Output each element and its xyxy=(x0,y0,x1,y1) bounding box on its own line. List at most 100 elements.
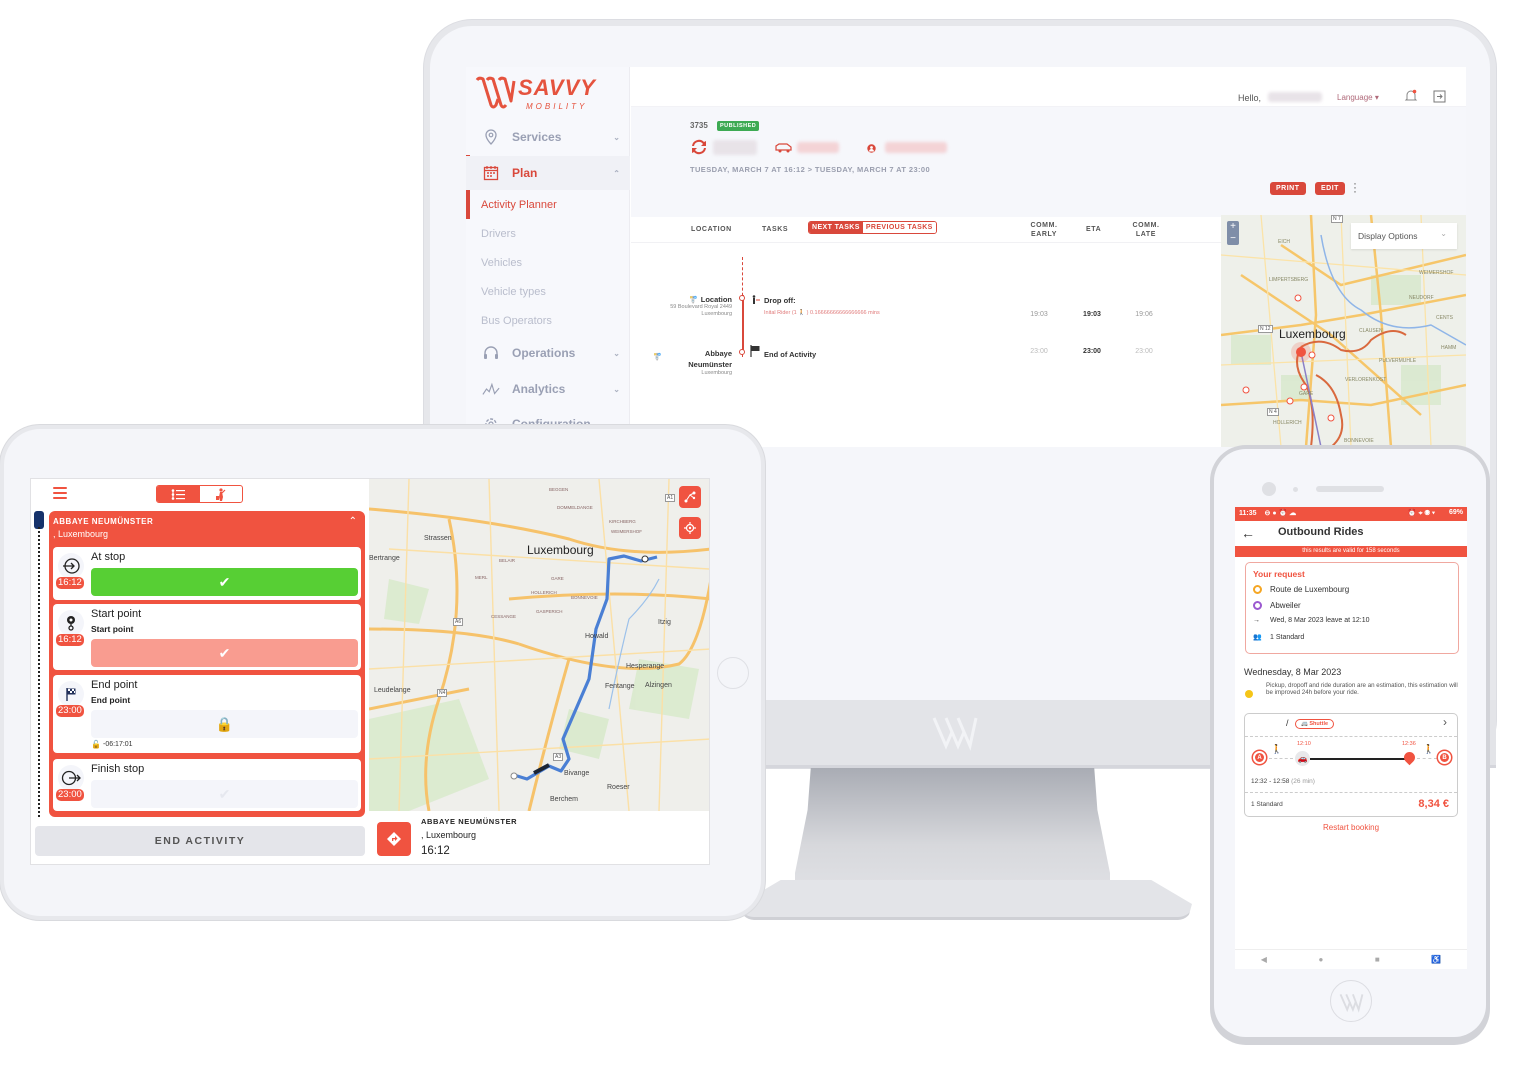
request-destination: Abweiler xyxy=(1253,601,1301,610)
ride-option-card[interactable]: / 🚐 Shuttle › A 🚶 🚗 12:10 12:36 🚶 B 12:3… xyxy=(1244,713,1458,817)
nav-back-icon[interactable]: ◀ xyxy=(1261,955,1267,964)
hamburger-menu-icon[interactable] xyxy=(53,487,67,499)
activity-header: 3735 PUBLISHED TUESDAY, MARCH 7 AT 16:12… xyxy=(631,107,1466,217)
directions-button[interactable] xyxy=(377,822,411,856)
sidebar-item-label: Analytics xyxy=(512,382,566,396)
timeline-node xyxy=(739,295,745,301)
passengers-text: 1 Standard xyxy=(1270,633,1305,641)
pickup-time: 12:10 xyxy=(1297,741,1311,747)
accessibility-icon[interactable]: ♿ xyxy=(1431,955,1441,964)
map-city-label: Luxembourg xyxy=(527,543,594,557)
origin-text: Route de Luxembourg xyxy=(1270,585,1350,594)
ride-separator: / xyxy=(1286,718,1289,728)
route-map[interactable]: Luxembourg EICH LIMPERTSBERG WEIMERSHOF … xyxy=(1221,215,1466,447)
savvy-logo-icon xyxy=(932,717,978,751)
display-options-label: Display Options xyxy=(1358,231,1418,241)
zoom-out-button[interactable]: − xyxy=(1227,233,1239,245)
tab-previous-tasks[interactable]: PREVIOUS TASKS xyxy=(862,222,936,233)
locked-end-point-button[interactable]: 🔒 xyxy=(91,710,358,738)
chevron-down-icon: ⌄ xyxy=(1440,229,1447,238)
sidebar-item-plan[interactable]: Plan ⌃ xyxy=(466,156,630,190)
ride-date: Wednesday, 8 Mar 2023 xyxy=(1244,667,1342,677)
card-title: Start point xyxy=(91,608,142,620)
crosshair-icon xyxy=(684,522,696,534)
chevron-up-icon: ⌃ xyxy=(613,168,620,178)
task-detail[interactable]: Inital Rider (1 🚶 ) 0.16666666666666666 … xyxy=(764,310,880,316)
confirm-finish-stop-button[interactable]: ✔ xyxy=(91,780,358,808)
map-place-label: Itzig xyxy=(658,619,671,626)
sidebar-subitem-vehicle-types[interactable]: Vehicle types xyxy=(481,286,546,298)
map-pin-icon xyxy=(482,128,500,146)
map-zoom-control: + − xyxy=(1227,221,1239,245)
status-time: 11:35 xyxy=(1239,510,1257,517)
bell-icon[interactable] xyxy=(1404,89,1418,103)
map-place-label: BONNEVOIE xyxy=(1344,438,1374,444)
point-a-marker: A xyxy=(1253,751,1266,764)
list-view-button[interactable] xyxy=(157,486,200,502)
sidebar-item-services[interactable]: Services ⌄ xyxy=(466,120,630,154)
savvy-logo-icon xyxy=(1330,980,1372,1022)
back-arrow-icon[interactable]: ← xyxy=(1241,525,1255,541)
recenter-button[interactable] xyxy=(679,517,701,539)
chevron-up-icon[interactable]: ⌃ xyxy=(349,516,357,527)
sidebar-subitem-drivers[interactable]: Drivers xyxy=(481,228,516,240)
navigation-map[interactable]: Luxembourg Strassen Bertrange Howald Itz… xyxy=(369,479,709,811)
road-shield: N 4 xyxy=(1267,408,1279,416)
chevron-right-icon[interactable]: › xyxy=(1443,715,1447,729)
sidebar-item-label: Services xyxy=(512,130,562,144)
sidebar-subitem-bus-operators[interactable]: Bus Operators xyxy=(481,315,552,327)
map-place-label: EICH xyxy=(1278,239,1290,245)
tab-next-tasks[interactable]: NEXT TASKS xyxy=(809,222,863,233)
sidebar-item-operations[interactable]: Operations ⌄ xyxy=(466,336,630,370)
unlock-icon: 🔓 xyxy=(91,740,101,749)
comm-early-value: 23:00 xyxy=(1030,348,1048,355)
ride-duration: (26 min) xyxy=(1291,778,1315,785)
flag-icon xyxy=(750,345,760,357)
passengers-icon: 👥 xyxy=(1253,634,1262,641)
edit-button[interactable]: EDIT xyxy=(1315,182,1345,195)
map-place-label: Alzingen xyxy=(645,682,672,689)
logout-icon[interactable] xyxy=(1433,90,1446,103)
zoom-in-button[interactable]: + xyxy=(1227,221,1239,233)
eta-value: 23:00 xyxy=(1083,348,1101,355)
sidebar-subitem-vehicles[interactable]: Vehicles xyxy=(481,257,522,269)
battery-level: 69% xyxy=(1448,509,1463,516)
unlock-countdown: -06:17:01 xyxy=(103,741,133,748)
map-place-label: KIRCHBERG xyxy=(609,519,636,524)
eta-value: 19:03 xyxy=(1083,311,1101,318)
display-options-dropdown[interactable]: Display Options ⌄ xyxy=(1351,223,1457,249)
sidebar-subitem-activity-planner[interactable]: Activity Planner xyxy=(481,199,557,211)
vehicle-plate-redacted xyxy=(797,142,839,153)
confirm-at-stop-button[interactable]: ✔ xyxy=(91,568,358,596)
restart-booking-link[interactable]: Restart booking xyxy=(1235,823,1467,832)
end-activity-button[interactable]: END ACTIVITY xyxy=(35,826,365,856)
sidebar-item-analytics[interactable]: Analytics ⌄ xyxy=(466,372,630,406)
greeting: Hello, xyxy=(1238,93,1262,103)
print-button[interactable]: PRINT xyxy=(1270,182,1306,195)
checkered-flag-icon xyxy=(58,681,84,707)
confirm-start-point-button[interactable]: ✔ xyxy=(91,639,358,667)
brand-logo[interactable]: SAVVY MOBILITY xyxy=(474,75,624,115)
table-row[interactable]: Abbaye Neumünster Luxembourg xyxy=(676,348,732,377)
tablet-screen: ABBAYE NEUMÜNSTER , Luxembourg ⌃ 16:12 A… xyxy=(30,478,710,865)
language-dropdown[interactable]: Language ▾ xyxy=(1337,93,1379,102)
arrive-icon xyxy=(58,553,84,579)
current-stop-panel: ABBAYE NEUMÜNSTER , Luxembourg ⌃ 16:12 A… xyxy=(49,511,365,817)
recurring-icon xyxy=(692,139,706,155)
list-icon xyxy=(171,488,186,500)
route-overview-button[interactable] xyxy=(679,486,701,508)
road-shield: A6 xyxy=(453,618,464,626)
map-place-label: Leudelange xyxy=(374,687,411,694)
map-place-label: WEIMERSHOF xyxy=(1419,270,1454,276)
walk-icon: 🚶 xyxy=(1271,744,1283,754)
stop-card-end-point: 23:00 End point End point 🔒 🔓 -06:17:01 xyxy=(53,675,361,753)
more-options-icon[interactable]: · · · xyxy=(1353,177,1357,197)
nav-home-icon[interactable]: ● xyxy=(1318,955,1323,964)
arrow-right-icon: → xyxy=(1253,617,1260,624)
driver-stops-panel: ABBAYE NEUMÜNSTER , Luxembourg ⌃ 16:12 A… xyxy=(31,479,369,864)
nav-recents-icon[interactable]: ■ xyxy=(1375,955,1380,964)
comm-late-value: 23:00 xyxy=(1135,348,1153,355)
vehicle-icon xyxy=(775,143,792,153)
passenger-view-button[interactable] xyxy=(200,486,243,502)
bus-stop-icon: 🚏 xyxy=(689,297,698,304)
